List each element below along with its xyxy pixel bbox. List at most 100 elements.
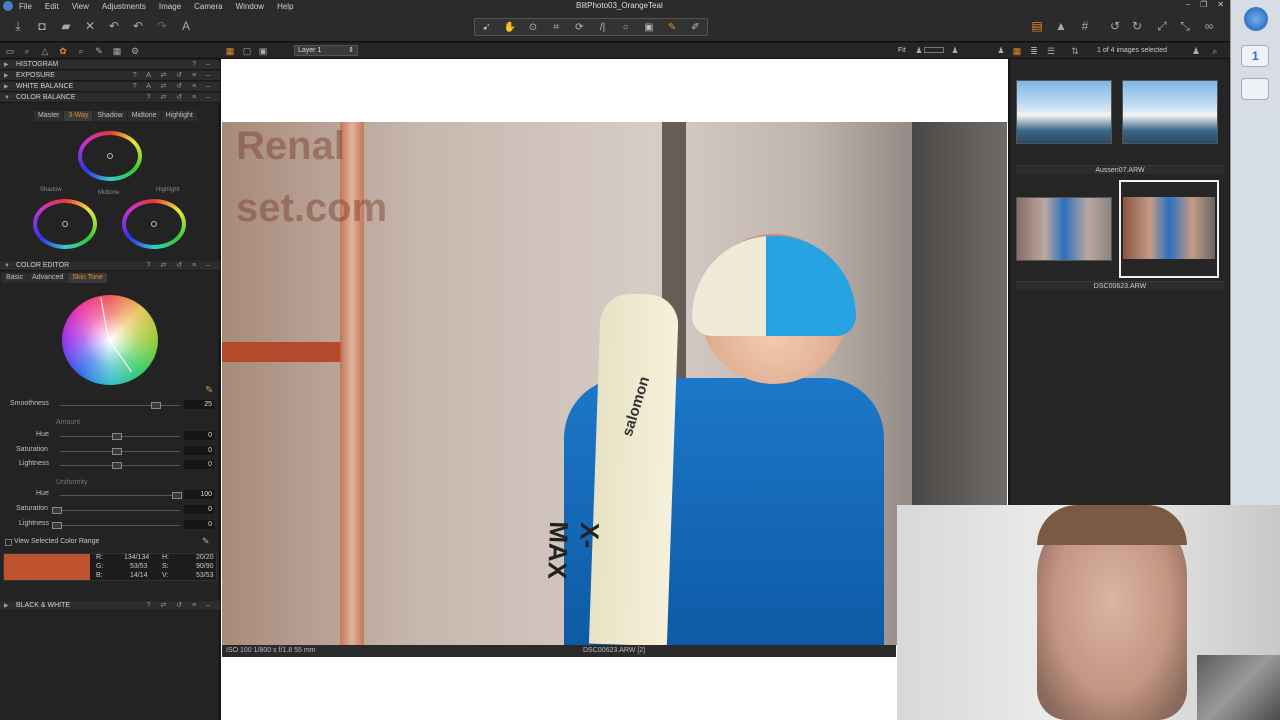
tab-shadow[interactable]: Shadow [93,111,128,121]
thumbnail-child-1[interactable] [1016,197,1112,261]
eyedropper-icon[interactable]: ✎ [202,536,210,547]
tab-master[interactable]: Master [34,111,65,121]
circle-icon[interactable]: ○ [618,22,634,33]
notification-icon[interactable]: 1 [1241,45,1269,67]
menu-file[interactable]: File [19,2,32,11]
warning-icon[interactable]: ▲ [1054,19,1068,33]
search-icon[interactable]: ⌕ [20,44,34,58]
keystone-icon[interactable]: /| [595,22,611,33]
section-actions[interactable]: ? A ⇄ ↺ ≡ – [133,82,214,92]
crop-icon[interactable]: ⌗ [548,22,564,33]
highlight-color-wheel[interactable] [122,199,186,249]
layer-select[interactable]: Layer 1 ⇕ [294,45,358,56]
rotate-right-icon[interactable]: ↻ [1130,19,1144,33]
window-icon[interactable] [1241,78,1269,100]
master-color-wheel[interactable] [78,131,142,181]
tab-advanced[interactable]: Advanced [28,273,69,283]
single-view-icon[interactable]: ▢ [240,44,254,58]
white-balance-header[interactable]: ▶ WHITE BALANCE? A ⇄ ↺ ≡ – [0,82,220,92]
thumb-grid-icon[interactable]: ▦ [1010,44,1024,58]
user-filter-icon[interactable]: ♟ [1189,44,1203,58]
rotate-left-icon[interactable]: ↺ [1108,19,1122,33]
tab-basic[interactable]: Basic [2,273,29,283]
thumbnail-boat-2[interactable] [1122,80,1218,144]
menu-window[interactable]: Window [236,2,264,11]
sort-icon[interactable]: ⇅ [1068,44,1082,58]
import-icon[interactable]: ⤓ [11,19,25,33]
collapse-icon[interactable]: ⤡ [1178,19,1192,33]
undo-all-icon[interactable]: ↶ [107,19,121,33]
hand-icon[interactable]: ✋ [502,22,518,33]
menu-image[interactable]: Image [159,2,181,11]
menu-edit[interactable]: Edit [45,2,59,11]
list-view-icon[interactable]: ≣ [1027,44,1041,58]
camera-icon[interactable]: ◘ [35,19,49,33]
details-icon[interactable]: ⌕ [74,44,88,58]
settings-icon[interactable]: ⚙ [128,44,142,58]
amount-saturation-slider[interactable]: Saturation 0 [0,446,220,456]
section-actions[interactable]: ? ⇄ ↺ ≡ – [147,93,214,103]
uniformity-hue-slider[interactable]: Hue 100 [0,490,220,500]
menu-help[interactable]: Help [277,2,293,11]
tab-midtone[interactable]: Midtone [127,111,162,121]
color-picker-icon[interactable]: ✎ [205,385,213,396]
amount-hue-slider[interactable]: Hue 0 [0,431,220,441]
menu-camera[interactable]: Camera [194,2,222,11]
stack-icon[interactable]: ▤ [1030,19,1044,33]
minimize-button[interactable]: – [1186,0,1190,9]
amount-lightness-slider[interactable]: Lightness 0 [0,460,220,470]
close-button[interactable]: ✕ [1217,0,1224,9]
brush-icon[interactable]: ✐ [687,22,703,33]
thumbnail-child-2-selected[interactable] [1119,180,1219,278]
browser-search-icon[interactable]: ⌕ [1208,44,1222,58]
color-editor-header[interactable]: ▼ COLOR EDITOR? ⇄ ↺ ≡ – [0,261,220,271]
uniformity-saturation-slider[interactable]: Saturation 0 [0,505,220,515]
thumbnail-boat-1[interactable] [1016,80,1112,144]
metadata-icon[interactable]: ▦ [110,44,124,58]
section-actions[interactable]: ? ⇄ ↺ ≡ – [147,261,214,271]
maximize-button[interactable]: ❐ [1200,0,1207,9]
detail-list-icon[interactable]: ☰ [1044,44,1058,58]
color-balance-header[interactable]: ▼ COLOR BALANCE? ⇄ ↺ ≡ – [0,93,220,103]
section-actions[interactable]: ? ⇄ ↺ ≡ – [147,601,214,611]
black-white-header[interactable]: ▶ BLACK & WHITE? ⇄ ↺ ≡ – [0,601,220,611]
pointer-icon[interactable]: ➹ [479,22,495,33]
section-actions[interactable]: ? A ⇄ ↺ ≡ – [133,71,214,81]
tab-3way[interactable]: 3-Way [64,111,94,121]
tab-skin-tone[interactable]: Skin Tone [68,273,108,283]
multi-view-icon[interactable]: ▣ [256,44,270,58]
spot-icon[interactable]: ⊙ [525,22,541,33]
redo-icon[interactable]: ↷ [155,19,169,33]
start-orb-icon[interactable] [1244,7,1268,31]
adjust-icon[interactable]: ✎ [92,44,106,58]
delete-icon[interactable]: ✕ [83,19,97,33]
grid-view-icon[interactable]: ▦ [223,44,237,58]
text-icon[interactable]: A [179,19,193,33]
section-actions[interactable]: ? – [192,60,214,70]
main-photo[interactable]: Renal set.com salomon X-MAX [222,122,1007,645]
color-picker-icon[interactable]: ✎ [664,22,680,33]
undo-icon[interactable]: ↶ [131,19,145,33]
rotate-tool-icon[interactable]: ⟳ [571,22,587,33]
smoothness-value[interactable]: 25 [184,400,214,409]
person-icon[interactable]: ♟ [948,44,962,58]
user-icon[interactable]: ♟ [994,44,1008,58]
exposure-header[interactable]: ▶ EXPOSURE? A ⇄ ↺ ≡ – [0,71,220,81]
grid-icon[interactable]: # [1078,19,1092,33]
uniformity-lightness-slider[interactable]: Lightness 0 [0,520,220,530]
menu-view[interactable]: View [72,2,89,11]
library-icon[interactable]: ▭ [3,44,17,58]
view-range-checkbox[interactable] [5,539,12,546]
color-tab-icon[interactable]: ✿ [56,44,70,58]
menu-adjustments[interactable]: Adjustments [102,2,146,11]
smoothness-slider[interactable]: Smoothness 25 [0,400,220,410]
tab-highlight[interactable]: Highlight [161,111,198,121]
folder-icon[interactable]: ▰ [59,19,73,33]
zoom-slider[interactable] [924,47,944,53]
expand-icon[interactable]: ⤢ [1155,19,1169,33]
skin-tone-wheel[interactable] [62,295,158,385]
mask-icon[interactable]: ▣ [641,22,657,33]
glasses-icon[interactable]: ∞ [1202,19,1216,33]
histogram-header[interactable]: ▶ HISTOGRAM? – [0,60,220,70]
fit-label[interactable]: Fit [898,47,906,54]
